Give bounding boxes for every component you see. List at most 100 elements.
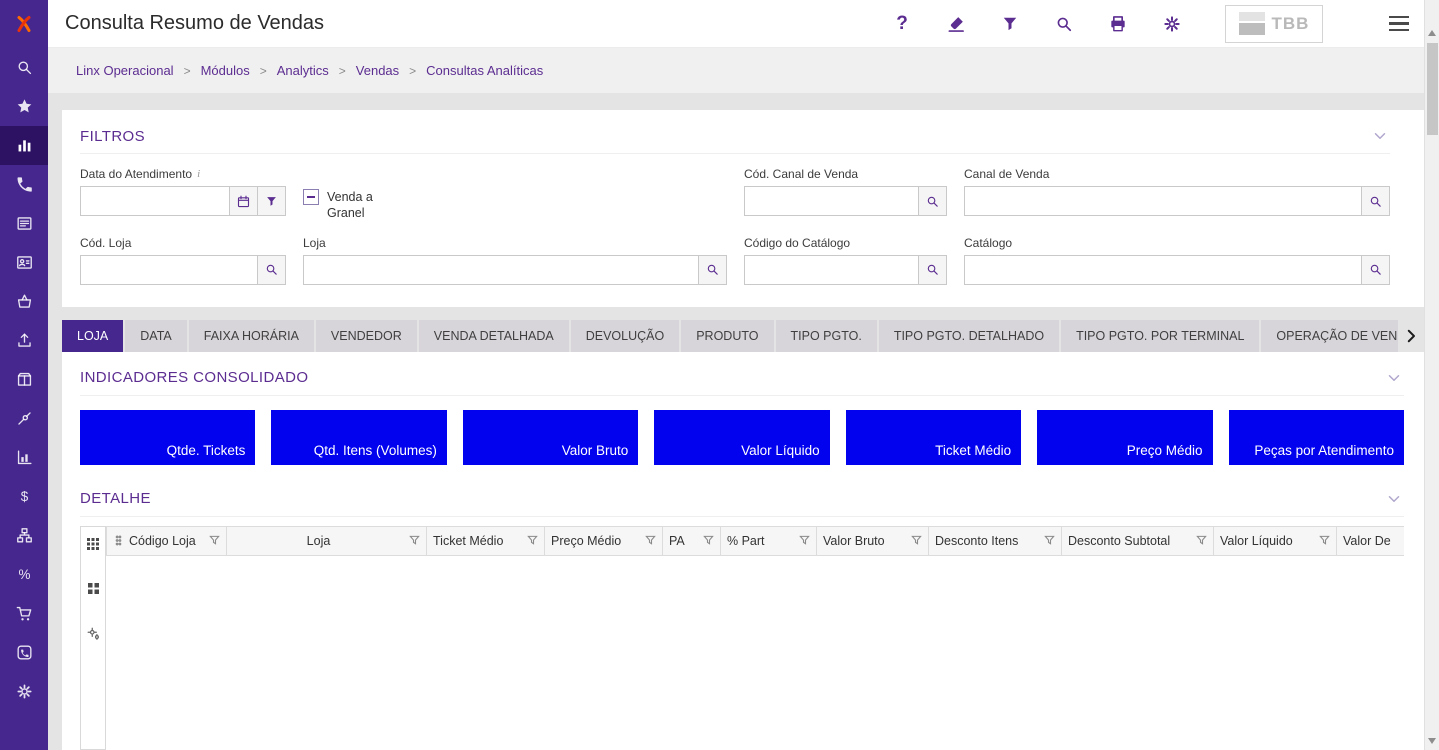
filter-funnel-icon[interactable] [703,535,714,546]
tabs-scroll-right-icon[interactable] [1398,320,1424,352]
breadcrumb-item[interactable]: Vendas [356,63,399,78]
filter-funnel-icon[interactable] [209,535,220,546]
sidebar-item-phone-app[interactable] [0,633,48,672]
col-desconto-subtotal[interactable]: Desconto Subtotal [1061,525,1214,556]
sidebar-item-phone[interactable] [0,165,48,204]
kpi-qtde-tickets[interactable]: Qtde. Tickets [80,409,256,465]
sidebar-item-reports[interactable] [0,204,48,243]
search-icon[interactable] [1053,13,1075,35]
filter-funnel-icon[interactable] [1319,535,1330,546]
tab-faixa-horaria[interactable]: FAIXA HORÁRIA [188,319,314,352]
tab-data[interactable]: DATA [125,319,187,352]
sidebar-item-basket[interactable] [0,282,48,321]
tab-tipo-pgto-detalhado[interactable]: TIPO PGTO. DETALHADO [878,319,1060,352]
tab-operacao-venda[interactable]: OPERAÇÃO DE VENDA [1261,319,1398,352]
filter-funnel-icon[interactable] [527,535,538,546]
sidebar-item-settings[interactable] [0,672,48,711]
sidebar-item-charts[interactable] [0,438,48,477]
col-pa[interactable]: PA [662,525,721,556]
sidebar-item-analytics[interactable] [0,126,48,165]
linx-logo-icon[interactable] [0,0,48,48]
breadcrumb-separator: > [259,63,267,78]
tab-produto[interactable]: PRODUTO [681,319,774,352]
vertical-scrollbar[interactable] [1424,0,1439,750]
sidebar-item-percent[interactable]: % [0,555,48,594]
scroll-down-icon[interactable] [1428,738,1436,744]
field-venda-granel: Venda a Granel [303,167,727,222]
kpi-ticket-medio[interactable]: Ticket Médio [845,409,1022,465]
kpi-preco-medio[interactable]: Preço Médio [1037,409,1213,465]
help-icon[interactable]: ? [891,13,913,35]
col-valor-desconto[interactable]: Valor De [1336,525,1404,556]
loja-input[interactable] [303,254,699,285]
data-atendimento-input[interactable] [80,186,230,216]
col-preco-medio[interactable]: Preço Médio [544,525,663,556]
date-filter-button[interactable] [258,186,286,216]
tab-loja[interactable]: LOJA [62,319,124,352]
filter-funnel-icon[interactable] [1044,535,1055,546]
table-settings-gears-icon[interactable] [84,625,102,643]
tab-tipo-pgto-terminal[interactable]: TIPO PGTO. POR TERMINAL [1061,319,1260,352]
cod-canal-search-button[interactable] [919,186,947,216]
cod-catalogo-search-button[interactable] [919,254,947,285]
sidebar-item-finance[interactable]: $ [0,477,48,516]
collapse-indicators-chevron-icon[interactable] [1384,368,1404,388]
collapse-detail-chevron-icon[interactable] [1384,489,1404,509]
sidebar-item-network[interactable] [0,516,48,555]
catalogo-input[interactable] [964,254,1362,285]
sidebar-item-contacts[interactable] [0,243,48,282]
venda-granel-checkbox[interactable] [303,189,319,205]
kpi-valor-bruto[interactable]: Valor Bruto [462,409,639,465]
col-ticket-medio[interactable]: Ticket Médio [426,525,545,556]
kpi-valor-liquido[interactable]: Valor Líquido [654,409,830,465]
filter-funnel-icon[interactable] [799,535,810,546]
scroll-up-icon[interactable] [1428,30,1436,36]
tab-venda-detalhada[interactable]: VENDA DETALHADA [418,319,569,352]
cod-loja-input[interactable] [80,254,258,285]
eraser-icon[interactable] [945,13,967,35]
kpi-qtd-itens[interactable]: Qtd. Itens (Volumes) [271,409,447,465]
gear-icon[interactable] [1161,13,1183,35]
cod-loja-search-button[interactable] [258,254,286,285]
cod-catalogo-input[interactable] [744,254,919,285]
sidebar-item-search[interactable] [0,48,48,87]
tab-devolucao[interactable]: DEVOLUÇÃO [570,319,680,352]
canal-input[interactable] [964,186,1362,216]
drag-handle-icon[interactable] [113,535,124,546]
filter-funnel-icon[interactable] [911,535,922,546]
col-part[interactable]: % Part [720,525,817,556]
sidebar-item-tools[interactable] [0,399,48,438]
loja-search-button[interactable] [699,254,727,285]
sidebar-item-upload[interactable] [0,321,48,360]
sidebar-item-package[interactable] [0,360,48,399]
collapse-filters-chevron-icon[interactable] [1370,126,1390,146]
info-icon[interactable]: i [197,168,200,180]
calendar-button[interactable] [230,186,258,216]
tab-vendedor[interactable]: VENDEDOR [315,319,417,352]
breadcrumb-item[interactable]: Linx Operacional [76,63,174,78]
print-icon[interactable] [1107,13,1129,35]
col-valor-bruto[interactable]: Valor Bruto [816,525,929,556]
breadcrumb-item[interactable]: Analytics [277,63,329,78]
filter-icon[interactable] [999,13,1021,35]
col-desconto-itens[interactable]: Desconto Itens [928,525,1062,556]
card-view-icon[interactable] [84,580,102,598]
filter-funnel-icon[interactable] [409,535,420,546]
breadcrumb-item[interactable]: Módulos [201,63,250,78]
col-valor-liquido[interactable]: Valor Líquido [1213,525,1337,556]
catalogo-search-button[interactable] [1362,254,1390,285]
scrollbar-thumb[interactable] [1426,43,1438,135]
menu-icon[interactable] [1389,15,1409,32]
col-loja[interactable]: Loja [226,525,427,556]
canal-search-button[interactable] [1362,186,1390,216]
kpi-pecas-atendimento[interactable]: Peças por Atendimento [1228,409,1404,465]
col-codigo-loja[interactable]: Código Loja [106,525,227,556]
breadcrumb-item[interactable]: Consultas Analíticas [426,63,543,78]
filter-funnel-icon[interactable] [1196,535,1207,546]
cod-canal-input[interactable] [744,186,919,216]
sidebar-item-cart[interactable] [0,594,48,633]
sidebar-item-favorites[interactable] [0,87,48,126]
filter-funnel-icon[interactable] [645,535,656,546]
grid-view-icon[interactable] [84,535,102,553]
tab-tipo-pgto[interactable]: TIPO PGTO. [775,319,877,352]
